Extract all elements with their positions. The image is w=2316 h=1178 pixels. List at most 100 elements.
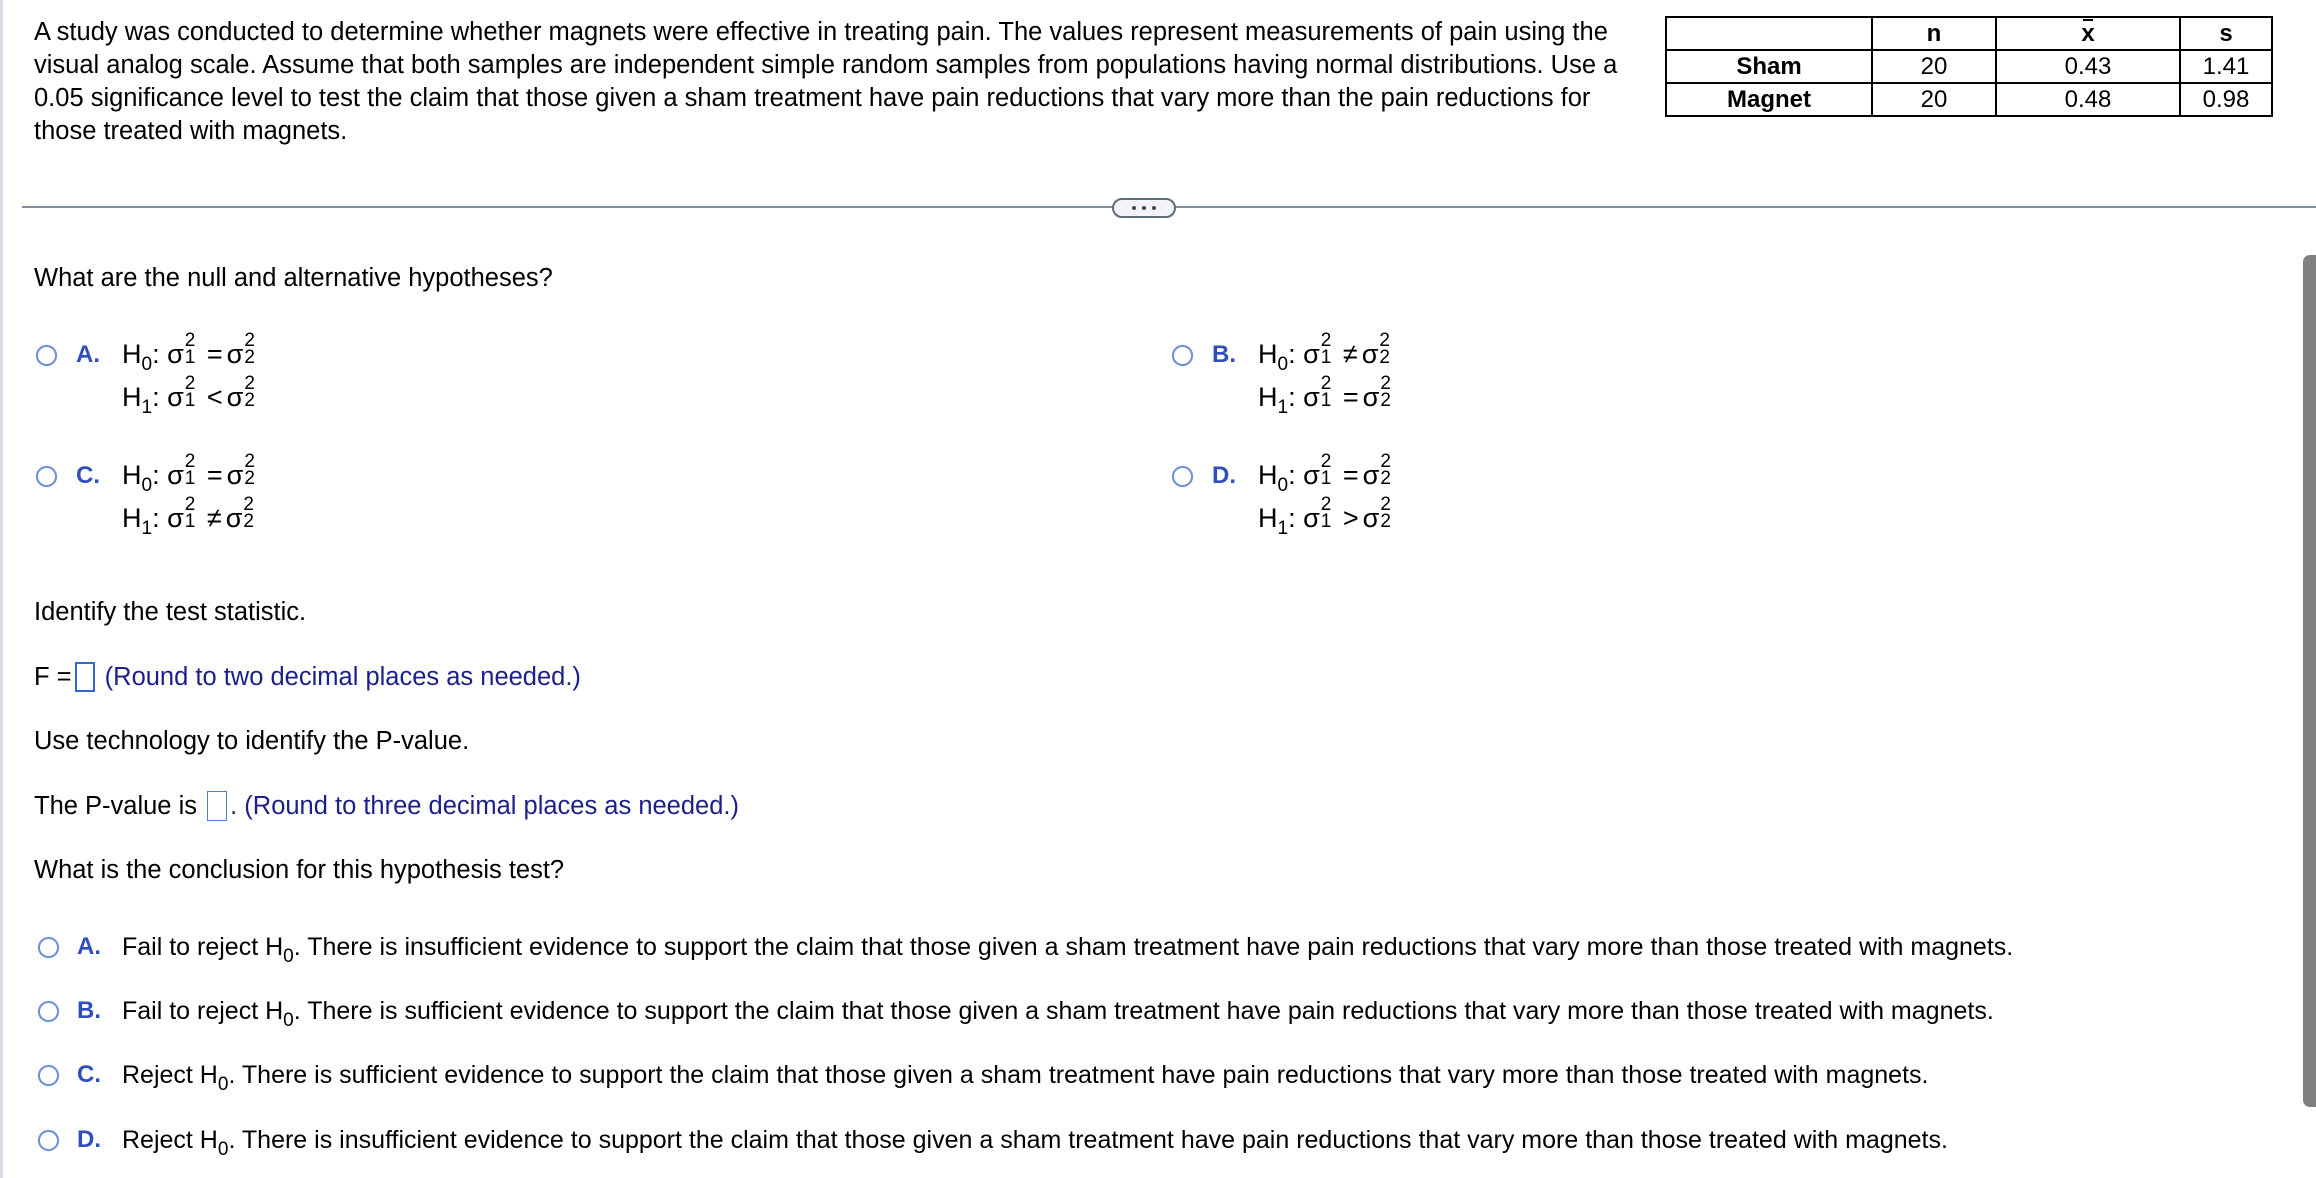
cell-n: 20 — [1871, 49, 1997, 84]
math-fragment: 22 — [1379, 331, 1390, 367]
radio-button[interactable] — [38, 1130, 59, 1151]
null-hypothesis: H0: σ21 = σ 2 2 — [1258, 452, 1391, 497]
math-fragment: 2 — [244, 467, 255, 489]
p-value-prompt: Use technology to identify the P-value. — [34, 727, 470, 755]
problem-statement: A study was conducted to determine wheth… — [34, 16, 1664, 148]
radio-button[interactable] — [36, 466, 57, 487]
table-header-row: n x s — [1665, 16, 2273, 51]
cell-xbar: 0.48 — [1995, 82, 2181, 117]
math-fragment: H — [1258, 339, 1278, 369]
math-fragment: 2 — [244, 389, 255, 411]
p-value-label: The P-value is — [34, 792, 197, 820]
math-fragment: 1 — [1277, 518, 1289, 539]
math-fragment: H — [122, 460, 142, 490]
option-text: Reject H0. There is insufficient evidenc… — [122, 1126, 1948, 1161]
expand-button[interactable] — [1112, 198, 1176, 218]
math-fragment: σ — [167, 460, 184, 490]
math-fragment: Fail to reject H — [122, 997, 284, 1025]
relation-symbol: = — [206, 339, 223, 369]
math-fragment: 0 — [1277, 475, 1289, 496]
math-fragment: 0 — [283, 946, 294, 967]
option-letter: C. — [77, 1061, 101, 1088]
radio-button[interactable] — [38, 937, 59, 958]
math-fragment: 1 — [1277, 397, 1289, 418]
math-fragment: 0 — [217, 1074, 229, 1095]
ellipsis-icon — [1132, 206, 1136, 210]
option-letter: B. — [77, 997, 101, 1024]
radio-button[interactable] — [38, 1065, 59, 1086]
math-fragment: σ — [1362, 460, 1380, 490]
radio-button[interactable] — [38, 1001, 59, 1022]
math-fragment: 21 — [1320, 331, 1332, 368]
math-fragment: 21 — [185, 495, 196, 531]
relation-symbol: ≠ — [206, 503, 222, 533]
math-fragment: : — [152, 339, 160, 369]
f-label: F = — [34, 663, 72, 691]
row-label: Sham — [1665, 49, 1873, 84]
math-fragment: 2 — [243, 510, 254, 532]
math-fragment: 0 — [1277, 354, 1289, 375]
radio-button[interactable] — [1172, 345, 1193, 366]
math-fragment: 2 — [244, 346, 255, 368]
math-fragment: : — [152, 382, 160, 412]
cell-s: 0.98 — [2179, 82, 2273, 117]
alternative-hypothesis: H1: σ21 = σ 2 2 — [1258, 374, 1391, 419]
relation-symbol: = — [1342, 382, 1359, 412]
math-fragment: 0 — [141, 354, 153, 375]
f-hint: (Round to two decimal places as needed.) — [104, 663, 581, 691]
data-table: n x s Sham 20 0.43 1.41 Magnet 20 0.48 0… — [1665, 16, 2273, 117]
math-fragment: 22 — [243, 495, 254, 532]
math-fragment: 1 — [184, 346, 196, 368]
relation-symbol: = — [1342, 460, 1359, 490]
alternative-hypothesis: H1: σ21 < σ 2 2 — [122, 374, 255, 419]
p-value-input[interactable] — [207, 791, 228, 821]
header-blank — [1665, 16, 1873, 51]
option-letter: B. — [1212, 341, 1236, 368]
radio-button[interactable] — [1172, 466, 1193, 487]
math-fragment: 2 — [1380, 467, 1391, 489]
math-fragment: 2 — [1380, 510, 1391, 532]
math-fragment: H — [122, 503, 142, 533]
f-statistic-input[interactable] — [74, 662, 95, 692]
p-value-hint: (Round to three decimal places as needed… — [244, 792, 739, 820]
option-letter: D. — [1212, 462, 1236, 489]
math-fragment: 22 — [1380, 495, 1391, 532]
relation-symbol: > — [1342, 503, 1359, 533]
math-fragment: . There is sufficient evidence to suppor… — [293, 997, 1994, 1025]
math-fragment: σ — [1303, 503, 1320, 533]
math-fragment: 21 — [1321, 495, 1332, 531]
option-text: Reject H0. There is sufficient evidence … — [122, 1061, 1928, 1096]
xbar-symbol: x — [2081, 19, 2095, 47]
math-fragment: Fail to reject H — [122, 933, 284, 961]
math-fragment: : — [1288, 339, 1296, 369]
relation-symbol: ≠ — [1342, 339, 1358, 369]
math-fragment: σ — [167, 382, 184, 412]
math-fragment: 1 — [1320, 346, 1332, 368]
math-fragment: σ — [167, 503, 184, 533]
math-fragment: σ — [1362, 382, 1380, 412]
header-s: s — [2179, 16, 2273, 51]
radio-button[interactable] — [36, 345, 57, 366]
header-n: n — [1871, 16, 1997, 51]
math-fragment: σ — [1303, 339, 1320, 369]
math-fragment: 22 — [244, 331, 255, 368]
relation-symbol: < — [206, 382, 223, 412]
scrollbar-thumb[interactable] — [2303, 255, 2316, 1107]
math-fragment: : — [1288, 460, 1296, 490]
left-edge-border — [0, 0, 3, 1178]
math-fragment: 21 — [1321, 374, 1332, 410]
math-fragment: 0 — [283, 1010, 294, 1031]
math-fragment: σ — [1303, 460, 1320, 490]
math-fragment: H — [1258, 460, 1278, 490]
problem-line: A study was conducted to determine wheth… — [34, 18, 1608, 46]
cell-xbar: 0.43 — [1995, 49, 2181, 84]
math-fragment: 22 — [1380, 452, 1391, 489]
p-value-row: The P-value is . (Round to three decimal… — [34, 791, 739, 821]
math-fragment: σ — [1361, 339, 1379, 369]
null-hypothesis: H0: σ21 = σ 2 2 — [122, 331, 255, 376]
math-fragment: σ — [225, 503, 243, 533]
math-fragment: . There is insufficient evidence to supp… — [228, 1126, 1948, 1154]
math-fragment: 0 — [217, 1139, 229, 1160]
option-text: Fail to reject H0. There is insufficient… — [122, 933, 2013, 968]
ellipsis-icon — [1142, 206, 1146, 210]
